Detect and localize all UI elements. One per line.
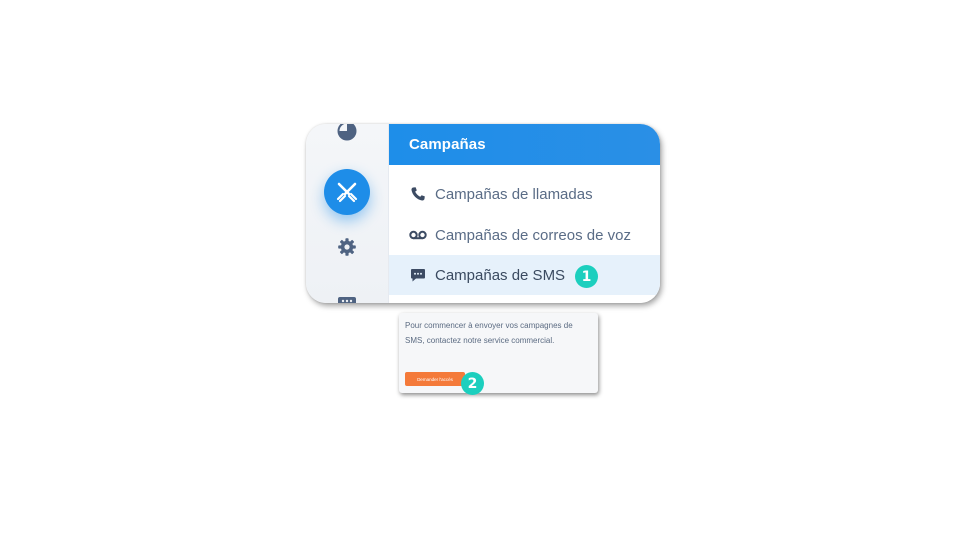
request-access-button[interactable]: Demander l'accès (405, 372, 465, 386)
navigation-card: Campañas Campañas de llamadas Campañas d… (306, 124, 660, 303)
more-icon (338, 297, 356, 303)
menu-item-voicemail-campaigns[interactable]: Campañas de correos de voz (389, 215, 660, 255)
pie-chart-icon (337, 124, 357, 141)
menu-item-label: Campañas de SMS (435, 266, 566, 284)
menu-item-label: Campañas de llamadas (435, 185, 593, 203)
step-badge-2: 2 (461, 372, 484, 395)
phone-icon (409, 185, 427, 203)
icon-rail (306, 124, 388, 303)
menu-item-label: Campañas de correos de voz (435, 226, 631, 244)
popup-message: Pour commencer à envoyer vos campagnes d… (405, 321, 573, 345)
active-indicator (324, 169, 370, 215)
rail-item-more[interactable] (306, 294, 388, 303)
access-popup: Pour commencer à envoyer vos campagnes d… (399, 313, 598, 393)
gear-icon (338, 238, 356, 256)
rail-item-dashboard[interactable] (306, 124, 388, 146)
rail-item-settings[interactable] (306, 236, 388, 258)
panel-title: Campañas (409, 136, 486, 153)
panel-header: Campañas (389, 124, 660, 165)
crossed-swords-icon (336, 182, 358, 203)
rail-item-campaigns[interactable] (306, 168, 388, 216)
voicemail-icon (409, 226, 427, 244)
step-badge-1: 1 (575, 265, 598, 288)
campaigns-panel: Campañas Campañas de llamadas Campañas d… (388, 124, 660, 303)
stage: Campañas Campañas de llamadas Campañas d… (0, 0, 960, 540)
chat-bubble-icon (409, 266, 427, 284)
menu-item-sms-campaigns[interactable]: Campañas de SMS (389, 255, 660, 295)
menu-item-call-campaigns[interactable]: Campañas de llamadas (389, 174, 660, 214)
